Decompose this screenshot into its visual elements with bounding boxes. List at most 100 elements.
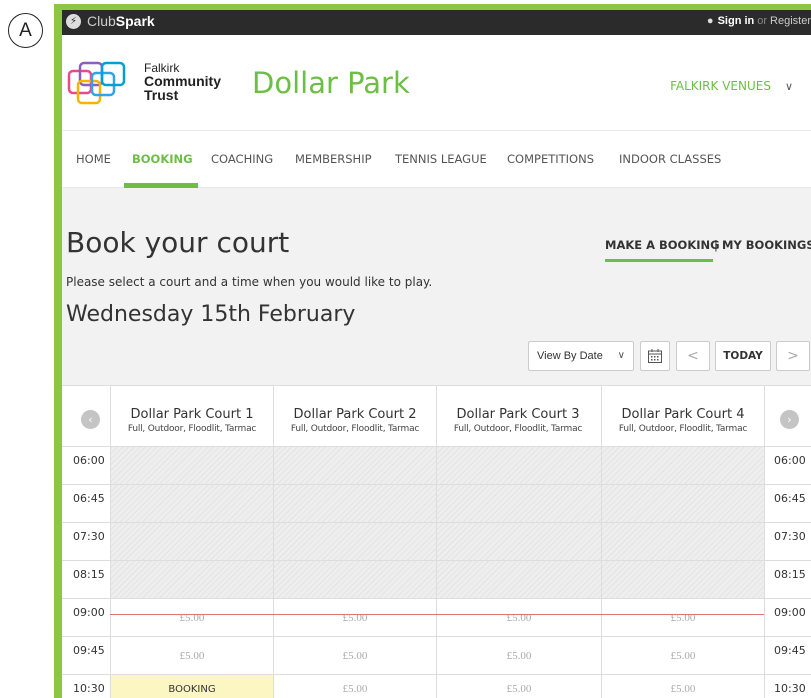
venues-label: FALKIRK VENUES [670,79,771,93]
court-header: Dollar Park Court 4 Full, Outdoor, Flood… [601,386,764,446]
available-slot[interactable]: £5.00 [436,599,601,637]
calendar-button[interactable] [640,341,670,371]
current-time-line [110,614,764,615]
nav-coaching[interactable]: COACHING [211,152,273,166]
time-label: 07:30 [73,530,105,543]
available-slot[interactable]: £5.00 [601,675,764,698]
view-by-select[interactable]: View By Date ∨ [528,341,634,371]
available-slot[interactable]: £5.00 [601,637,764,675]
time-label: 08:15 [774,568,806,581]
brand-spark: Spark [115,13,155,29]
venues-dropdown[interactable]: FALKIRK VENUES ∨ [670,79,793,93]
court-header: Dollar Park Court 3 Full, Outdoor, Flood… [436,386,599,446]
available-slot[interactable]: £5.00 [110,599,273,637]
unavailable-slot [110,485,273,523]
prev-courts-button[interactable]: ‹ [81,410,100,429]
time-label: 06:45 [73,492,105,505]
unavailable-slot [273,523,436,561]
available-slot[interactable]: £5.00 [273,599,436,637]
nav-tennis-league[interactable]: TENNIS LEAGUE [395,152,487,166]
make-booking-underline [605,259,713,262]
time-row: 10:30 10:30 BOOKING £5.00 £5.00 £5.00 [62,674,811,698]
main-nav: HOME BOOKING COACHING MEMBERSHIP TENNIS … [62,130,811,188]
register-link[interactable]: Register [770,15,811,27]
time-label: 07:30 [774,530,806,543]
chevron-right-icon: › [787,413,792,426]
bolt-icon: ⚡ [66,13,81,29]
court-header: Dollar Park Court 2 Full, Outdoor, Flood… [273,386,436,446]
unavailable-slot [601,485,764,523]
unavailable-slot [601,447,764,485]
court-grid: ‹ › Dollar Park Court 1 Full, Outdoor, F… [62,385,811,698]
available-slot[interactable]: £5.00 [436,637,601,675]
make-booking-link[interactable]: MAKE A BOOKING [605,238,720,252]
time-label: 10:30 [774,682,806,695]
time-row: 09:45 09:45 £5.00 £5.00 £5.00 £5.00 [62,636,811,675]
fct-logo-icon [67,61,126,105]
court-name: Dollar Park Court 3 [456,407,580,422]
user-icon: ● [706,15,714,27]
previous-day-button[interactable]: < [676,341,710,371]
time-row: 07:30 07:30 [62,522,811,561]
instruction-text: Please select a court and a time when yo… [66,275,433,289]
chevron-left-icon: ‹ [88,413,93,426]
unavailable-slot [110,447,273,485]
nav-membership[interactable]: MEMBERSHIP [295,152,372,166]
court-description: Full, Outdoor, Floodlit, Tarmac [453,424,583,434]
booking-main: Book your court MAKE A BOOKING | MY BOOK… [62,188,811,698]
today-button[interactable]: TODAY [715,341,771,371]
nav-indoor-classes[interactable]: INDOOR CLASSES [619,152,721,166]
time-row: 09:00 09:00 £5.00 £5.00 £5.00 £5.00 [62,598,811,637]
court-description: Full, Outdoor, Floodlit, Tarmac [290,424,420,434]
court-description: Full, Outdoor, Floodlit, Tarmac [127,424,257,434]
unavailable-slot [273,485,436,523]
my-bookings-link[interactable]: MY BOOKINGS [722,238,811,252]
time-label: 09:45 [73,644,105,657]
available-slot[interactable]: £5.00 [273,675,436,698]
chevron-down-icon: ∨ [617,350,625,361]
time-row: 06:45 06:45 [62,484,811,523]
court-name: Dollar Park Court 1 [130,407,254,422]
sign-in-link[interactable]: Sign in [718,15,755,27]
available-slot[interactable]: £5.00 [273,637,436,675]
available-slot[interactable]: £5.00 [110,637,273,675]
auth-links: ● Sign in or Register [707,15,811,27]
unavailable-slot [436,447,601,485]
time-label: 09:00 [73,606,105,619]
available-slot[interactable]: £5.00 [436,675,601,698]
brand-club: Club [87,13,116,29]
or-text: or [757,15,768,27]
available-slot[interactable]: £5.00 [601,599,764,637]
time-label: 06:00 [73,454,105,467]
unavailable-slot [273,447,436,485]
chevron-left-icon: < [687,348,699,364]
court-header: Dollar Park Court 1 Full, Outdoor, Flood… [110,386,273,446]
unavailable-slot [110,561,273,599]
venue-header: Falkirk Community Trust Dollar Park FALK… [62,35,811,130]
time-label: 09:00 [774,606,806,619]
chevron-right-icon: > [787,348,799,364]
nav-competitions[interactable]: COMPETITIONS [507,152,594,166]
grid-divider [764,386,765,698]
unavailable-slot [273,561,436,599]
nav-home[interactable]: HOME [76,152,111,166]
time-label: 06:00 [774,454,806,467]
next-day-button[interactable]: > [776,341,810,371]
unavailable-slot [436,561,601,599]
page-title: Book your court [66,226,290,259]
clubspark-logo[interactable]: ⚡ Club Spark [66,13,155,29]
unavailable-slot [601,561,764,599]
view-by-label: View By Date [537,350,603,362]
venue-title: Dollar Park [252,66,410,100]
time-row: 06:00 06:00 [62,446,811,485]
selected-date: Wednesday 15th February [66,302,356,327]
court-description: Full, Outdoor, Floodlit, Tarmac [618,424,748,434]
booked-slot[interactable]: BOOKING [110,675,273,698]
unavailable-slot [436,485,601,523]
time-label: 08:15 [73,568,105,581]
time-label: 10:30 [73,682,105,695]
next-courts-button[interactable]: › [780,410,799,429]
time-label: 06:45 [774,492,806,505]
page-content: ⚡ Club Spark ● Sign in or Register Falkirk [62,10,811,698]
nav-booking[interactable]: BOOKING [132,152,193,166]
